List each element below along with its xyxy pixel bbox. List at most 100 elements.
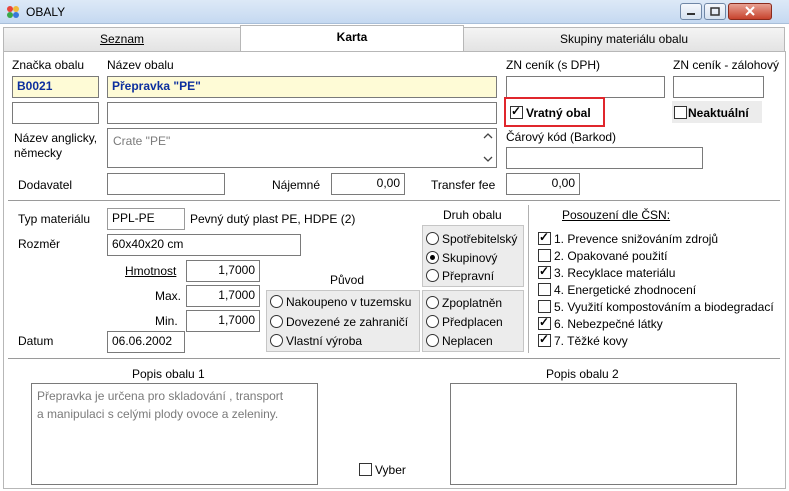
max-input[interactable]: 1,7000 (186, 285, 260, 307)
neaktualni-checkbox[interactable]: Neaktuální (674, 105, 749, 120)
vratny-checkbox-label: Vratný obal (526, 105, 591, 120)
znacka-input[interactable]: B0021 (12, 76, 99, 98)
zn-cenik-input[interactable] (506, 76, 665, 98)
druh-option-prepravni[interactable]: Přepravní (426, 268, 494, 283)
transfer-fee-label: Transfer fee (431, 178, 496, 192)
nazev-input-2[interactable] (107, 102, 497, 124)
druh-option-skupinovy[interactable]: Skupinový (426, 250, 497, 265)
posouzeni-item-1[interactable]: 1. Prevence snižováním zdrojů (538, 230, 719, 246)
divider-2 (8, 358, 780, 359)
carovy-kod-input[interactable] (506, 147, 703, 169)
min-label: Min. (155, 314, 178, 328)
posouzeni-item-label: 6. Nebezpečné látky (554, 316, 663, 331)
dodavatel-input[interactable] (107, 173, 225, 195)
popis1-textarea[interactable]: Přepravka je určena pro skladování , tra… (31, 383, 318, 485)
posouzeni-item-7[interactable]: 7. Těžké kovy (538, 332, 628, 348)
posouzeni-item-2[interactable]: 2. Opakované použití (538, 248, 667, 263)
posouzeni-item-label: 7. Těžké kovy (554, 333, 628, 348)
radio-icon (426, 334, 439, 348)
maximize-button[interactable] (704, 3, 726, 20)
close-icon (745, 6, 755, 16)
puvod-option-dovezene[interactable]: Dovezené ze zahraničí (270, 314, 408, 329)
popis1-line-1: Přepravka je určena pro skladování , tra… (37, 389, 284, 403)
dodavatel-label: Dodavatel (18, 178, 73, 192)
scroll-arrows-icon (483, 133, 493, 162)
min-input[interactable]: 1,7000 (186, 310, 260, 332)
posouzeni-item-label: 1. Prevence snižováním zdrojů (554, 231, 719, 246)
transfer-fee-input[interactable]: 0,00 (506, 173, 580, 195)
maximize-icon (710, 7, 720, 16)
tab-skupiny[interactable]: Skupiny materiálu obalu (463, 27, 785, 51)
divider-1 (8, 200, 780, 201)
textarea-scrollbar[interactable] (480, 129, 496, 167)
nazev-anglicky-label-2: německy (14, 146, 63, 160)
druh-option-label: Skupinový (442, 250, 498, 265)
nazev-anglicky-value: Crate "PE" (113, 134, 171, 148)
nazev-label: Název obalu (107, 58, 174, 72)
posouzeni-title: Posouzení dle ČSN: (562, 208, 671, 222)
datum-input[interactable]: 06.06.2002 (107, 331, 185, 353)
checkbox-icon (538, 283, 551, 297)
rozmer-label: Rozměr (18, 237, 61, 251)
puvod-option-vlastni[interactable]: Vlastní výroba (270, 333, 362, 348)
posouzeni-item-label: 2. Opakované použití (554, 248, 668, 263)
popis2-label: Popis obalu 2 (546, 367, 619, 381)
nazev-anglicky-textarea[interactable]: Crate "PE" (107, 128, 497, 168)
druh-option-zpoplatnen[interactable]: Zpoplatněn (426, 295, 502, 310)
druh-option-neplacen[interactable]: Neplacen (426, 333, 493, 348)
najemne-input[interactable]: 0,00 (331, 173, 405, 195)
posouzeni-item-5[interactable]: 5. Využití kompostováním a biodegradací (538, 299, 774, 314)
tab-karta[interactable]: Karta (240, 25, 464, 52)
puvod-option-tuzemsko[interactable]: Nakoupeno v tuzemsku (270, 294, 411, 309)
druh-option-predplacen[interactable]: Předplacen (426, 314, 503, 329)
posouzeni-item-6[interactable]: 6. Nebezpečné látky (538, 315, 663, 331)
tab-seznam-label: Seznam (99, 32, 145, 46)
typ-materialu-desc: Pevný dutý plast PE, HDPE (2) (190, 212, 356, 226)
zn-cenik-label: ZN ceník (s DPH) (506, 58, 601, 72)
checkbox-icon (538, 264, 551, 280)
vyber-checkbox[interactable]: Vyber (359, 462, 406, 477)
posouzeni-item-label: 3. Recyklace materiálu (554, 265, 676, 280)
close-button[interactable] (728, 3, 772, 20)
minimize-button[interactable] (680, 3, 702, 20)
checkbox-icon (538, 332, 551, 348)
hmotnost-input[interactable]: 1,7000 (186, 260, 260, 282)
druh-option-label: Spotřebitelský (442, 231, 518, 246)
checkbox-icon (538, 230, 551, 246)
posouzeni-item-4[interactable]: 4. Energetické zhodnocení (538, 282, 696, 297)
puvod-option-label: Nakoupeno v tuzemsku (286, 294, 412, 309)
radio-icon (270, 334, 283, 348)
druh-option-label: Předplacen (442, 314, 503, 329)
vratny-checkbox[interactable]: Vratný obal (510, 104, 591, 120)
checkbox-icon (359, 463, 372, 477)
radio-icon (426, 232, 439, 246)
tab-seznam[interactable]: Seznam (3, 27, 241, 51)
radio-selected-icon (426, 251, 439, 265)
checkbox-icon (538, 300, 551, 314)
app-icon (6, 5, 20, 19)
rozmer-input[interactable]: 60x40x20 cm (107, 234, 301, 256)
nazev-input[interactable]: Přepravka "PE" (107, 76, 497, 98)
typ-materialu-input[interactable]: PPL-PE (107, 208, 185, 230)
druh-obalu-title: Druh obalu (443, 208, 502, 222)
divider-vertical (528, 205, 529, 353)
window-title: OBALY (26, 5, 66, 19)
zn-zalohovy-label: ZN ceník - zálohový (673, 58, 780, 72)
checkbox-icon (538, 249, 551, 263)
druh-option-spotrebitelsky[interactable]: Spotřebitelský (426, 231, 517, 246)
popis2-textarea[interactable] (450, 383, 737, 485)
druh-option-label: Zpoplatněn (442, 295, 503, 310)
radio-icon (270, 315, 283, 329)
hmotnost-label: Hmotnost (125, 264, 177, 278)
puvod-option-label: Vlastní výroba (286, 333, 363, 348)
druh-option-label: Neplacen (442, 333, 493, 348)
minimize-icon (687, 13, 695, 15)
zn-zalohovy-input[interactable] (673, 76, 764, 98)
vyber-label: Vyber (375, 462, 406, 477)
puvod-option-label: Dovezené ze zahraničí (286, 314, 409, 329)
checkbox-icon (538, 315, 551, 331)
znacka-input-2[interactable] (12, 102, 99, 124)
posouzeni-item-3[interactable]: 3. Recyklace materiálu (538, 264, 676, 280)
radio-icon (426, 315, 439, 329)
druh-option-label: Přepravní (442, 268, 495, 283)
